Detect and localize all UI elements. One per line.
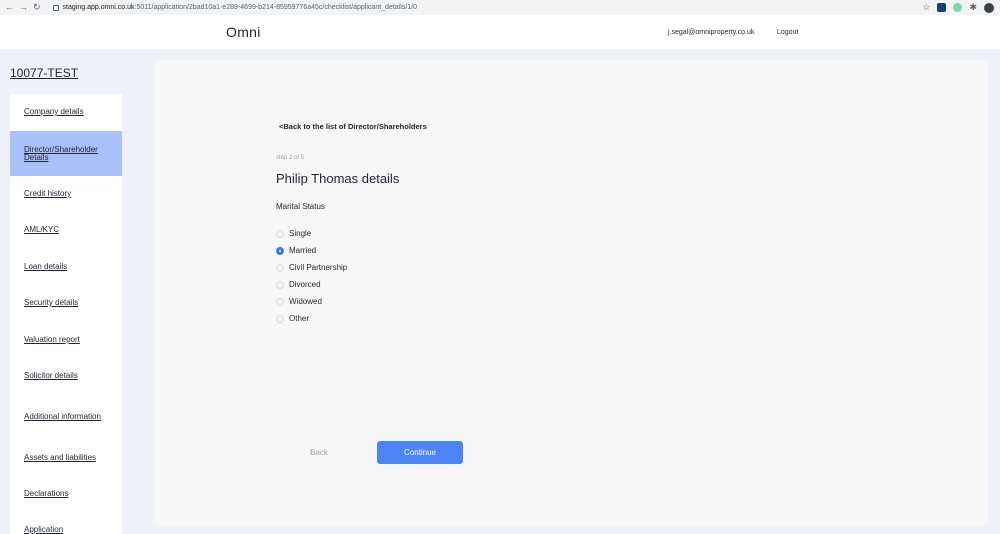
- url-host: staging.app.omni.co.uk: [62, 4, 135, 11]
- browser-actions: ☆ ✱: [922, 2, 994, 13]
- radio-button[interactable]: [276, 229, 284, 238]
- sidebar-item-company-details[interactable]: Company details: [10, 94, 122, 130]
- sidebar-item-assets-and-liabilities[interactable]: Assets and liabilities: [10, 440, 122, 476]
- radio-label: Widowed: [289, 297, 322, 306]
- sidebar: Company details Director/Shareholder Det…: [10, 94, 122, 534]
- bookmark-star-icon[interactable]: ☆: [922, 2, 930, 13]
- radio-button[interactable]: [276, 314, 284, 323]
- omni-logo[interactable]: Omni: [226, 24, 261, 40]
- page-title: Philip Thomas details: [276, 171, 400, 186]
- radio-button[interactable]: [276, 263, 284, 272]
- profile-avatar-icon[interactable]: [984, 2, 994, 13]
- address-bar[interactable]: staging.app.omni.co.uk:5011/application/…: [52, 2, 417, 14]
- radio-button[interactable]: [276, 280, 284, 289]
- radio-button-checked[interactable]: [276, 246, 284, 255]
- sidebar-item-security-details[interactable]: Security details: [10, 285, 122, 321]
- reload-icon[interactable]: ↻: [33, 2, 41, 13]
- sidebar-item-loan-details[interactable]: Loan details: [10, 249, 122, 285]
- sidebar-item-declarations[interactable]: Declarations: [10, 476, 122, 512]
- radio-option-civil-partnership[interactable]: Civil Partnership: [276, 263, 347, 272]
- sidebar-item-additional-information[interactable]: Additional information: [10, 394, 122, 440]
- puzzle-extensions-icon[interactable]: ✱: [969, 2, 977, 13]
- sidebar-item-aml-kyc[interactable]: AML/KYC: [10, 212, 122, 248]
- back-arrow-icon[interactable]: ←: [5, 2, 14, 13]
- url-path: :5011/application/2bad10a1-e289-4699-b21…: [134, 4, 417, 11]
- case-id-link[interactable]: 10077-TEST: [10, 66, 78, 80]
- continue-button[interactable]: Continue: [377, 441, 463, 464]
- radio-label: Single: [289, 229, 312, 238]
- logout-link[interactable]: Logout: [777, 29, 798, 36]
- sidebar-item-director-shareholder-details[interactable]: Director/Shareholder Details: [10, 131, 122, 176]
- forward-arrow-icon[interactable]: →: [19, 2, 28, 13]
- sidebar-item-credit-history[interactable]: Credit history: [10, 176, 122, 212]
- extension-icon[interactable]: [937, 3, 947, 12]
- radio-option-divorced[interactable]: Divorced: [276, 280, 321, 289]
- user-email: j.segal@omniproperty.co.uk: [668, 29, 755, 36]
- browser-nav: ← → ↻: [5, 2, 41, 13]
- extension-icon[interactable]: [953, 3, 963, 12]
- sidebar-item-solicitor-details[interactable]: Solicitor details: [10, 358, 122, 394]
- browser-toolbar: ← → ↻ staging.app.omni.co.uk:5011/applic…: [0, 0, 1000, 15]
- back-to-directors-link[interactable]: <Back to the list of Director/Shareholde…: [279, 122, 427, 131]
- sidebar-item-valuation-report[interactable]: Valuation report: [10, 322, 122, 358]
- radio-option-widowed[interactable]: Widowed: [276, 297, 322, 306]
- radio-button[interactable]: [276, 297, 284, 306]
- app-header: Omni j.segal@omniproperty.co.uk Logout: [0, 15, 1000, 49]
- radio-label: Other: [289, 314, 310, 323]
- lock-icon: [52, 4, 59, 11]
- radio-label: Civil Partnership: [289, 263, 348, 272]
- radio-option-married[interactable]: Married: [276, 246, 316, 255]
- step-indicator: step 2 of 5: [276, 155, 305, 161]
- back-button[interactable]: Back: [300, 441, 338, 463]
- radio-label: Married: [289, 246, 317, 255]
- radio-option-single[interactable]: Single: [276, 229, 311, 238]
- radio-option-other[interactable]: Other: [276, 314, 309, 323]
- radio-label: Divorced: [289, 280, 321, 289]
- marital-status-label: Marital Status: [276, 202, 325, 211]
